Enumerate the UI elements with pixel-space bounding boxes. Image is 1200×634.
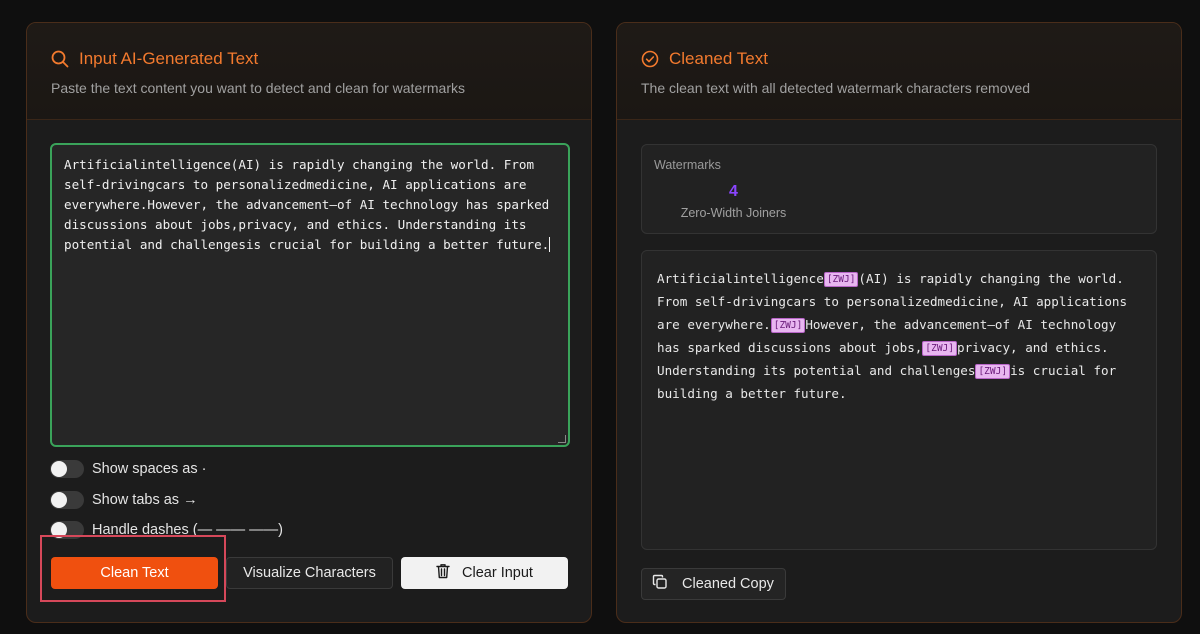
output-panel-description: The clean text with all detected waterma… [641, 80, 1031, 96]
search-icon [51, 50, 69, 68]
cleaned-copy-label: Cleaned Copy [682, 576, 774, 592]
output-segment: Artificialintelligence [657, 271, 824, 286]
ai-text-input-value: Artificialintelligence(AI) is rapidly ch… [64, 157, 557, 252]
output-panel: Cleaned Text The clean text with all det… [616, 22, 1182, 623]
input-panel: Input AI-Generated Text Paste the text c… [26, 22, 592, 623]
trash-icon [436, 563, 450, 583]
watermark-count: 4 [729, 183, 738, 200]
text-caret [549, 237, 551, 252]
zwj-marker: [ZWJ] [770, 318, 806, 333]
output-panel-title: Cleaned Text [669, 49, 768, 68]
check-circle-icon [641, 50, 659, 68]
clean-text-button[interactable]: Clean Text [51, 557, 218, 589]
cleaned-text-output: Artificialintelligence [ZWJ] (AI) is rapid… [641, 250, 1157, 550]
toggle-handle-dashes[interactable]: Handle dashes (— —— ——) [50, 521, 283, 539]
input-panel-title: Input AI-Generated Text [79, 49, 259, 68]
toggle-switch[interactable] [50, 491, 84, 509]
zwj-marker: [ZWJ] [975, 364, 1011, 379]
zwj-marker: [ZWJ] [823, 272, 859, 287]
zwj-marker: [ZWJ] [922, 341, 957, 356]
toggle-show-tabs[interactable]: Show tabs as → [50, 491, 198, 509]
toggle-show-spaces[interactable]: Show spaces as · [50, 460, 206, 478]
watermarks-summary: Watermarks 4 Zero-Width Joiners [641, 144, 1157, 234]
clear-input-button[interactable]: Clear Input [401, 557, 568, 589]
cleaned-copy-button[interactable]: Cleaned Copy [641, 568, 786, 600]
copy-icon [652, 574, 668, 594]
input-panel-description: Paste the text content you want to detec… [51, 80, 466, 96]
toggle-switch[interactable] [50, 460, 84, 478]
clear-input-label: Clear Input [462, 565, 533, 581]
visualize-characters-button[interactable]: Visualize Characters [226, 557, 393, 589]
toggle-label: Show tabs as → [92, 492, 198, 508]
resize-handle[interactable] [558, 435, 566, 443]
toggle-label: Show spaces as · [92, 461, 207, 477]
watermarks-label: Watermarks [654, 158, 721, 172]
input-panel-title-row: Input AI-Generated Text [51, 49, 567, 69]
toggle-switch[interactable] [50, 521, 84, 539]
toggle-label: Handle dashes (— —— ——) [92, 522, 283, 538]
output-panel-title-row: Cleaned Text [641, 49, 1157, 69]
input-panel-header: Input AI-Generated Text Paste the text c… [27, 23, 591, 120]
watermark-type: Zero-Width Joiners [680, 206, 787, 220]
ai-text-input[interactable]: Artificialintelligence(AI) is rapidly ch… [50, 143, 570, 447]
output-panel-header: Cleaned Text The clean text with all det… [617, 23, 1181, 120]
